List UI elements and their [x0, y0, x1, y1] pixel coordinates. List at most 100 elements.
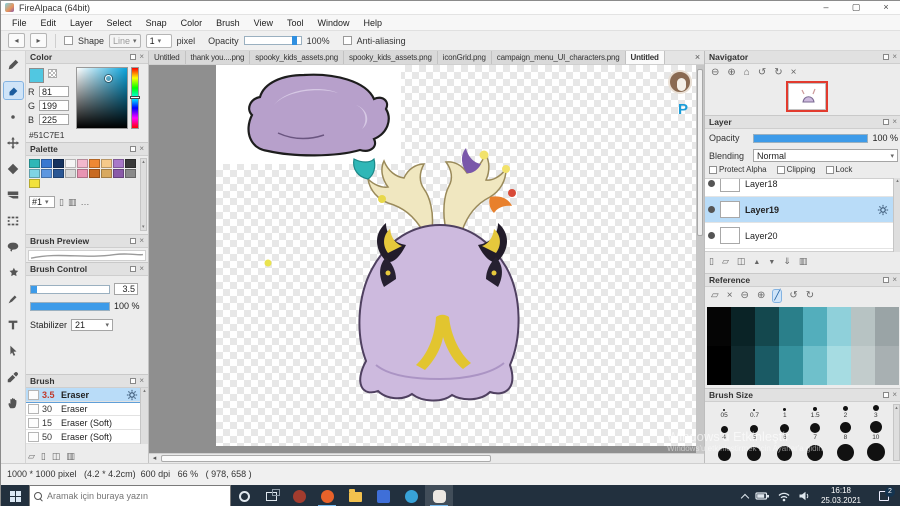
taskbar-search-box[interactable] — [29, 485, 231, 506]
scroll-left-arrow-icon[interactable] — [149, 454, 160, 463]
close-button[interactable]: × — [871, 1, 900, 15]
fill-tool-icon[interactable] — [4, 160, 23, 177]
layer-row-layer19[interactable]: Layer19 — [705, 197, 893, 223]
shape-select[interactable]: Line — [109, 33, 141, 48]
document-tab-0[interactable]: Untitled — [149, 51, 186, 64]
duplicate-brush-icon[interactable] — [52, 451, 61, 461]
panel-close-icon[interactable] — [139, 53, 144, 61]
settings-gear-icon[interactable] — [877, 204, 889, 216]
brush-opacity-slider[interactable] — [30, 301, 110, 311]
palette-swatch[interactable] — [29, 169, 40, 178]
palette-swatch[interactable] — [53, 159, 64, 168]
taskbar-app-app-red[interactable] — [285, 485, 313, 506]
brush-item-eraser-soft-[interactable]: 50 Eraser (Soft) — [26, 430, 140, 444]
gradient-tool-icon[interactable] — [4, 186, 23, 203]
palette-scrollbar[interactable] — [140, 158, 147, 231]
palette-swatch[interactable] — [77, 159, 88, 168]
channel-r-input[interactable]: 81 — [39, 86, 69, 97]
canvas-viewport[interactable]: P — [149, 65, 704, 453]
panel-float-icon[interactable] — [130, 146, 137, 152]
blending-select[interactable]: Normal — [753, 149, 898, 162]
fit-view-icon[interactable] — [744, 67, 750, 79]
panel-close-icon[interactable] — [892, 276, 897, 284]
add-palette-color-icon[interactable] — [59, 197, 64, 207]
brush-item-eraser[interactable]: 3.5 Eraser — [26, 388, 140, 403]
palette-swatch[interactable] — [101, 169, 112, 178]
panel-float-icon[interactable] — [130, 378, 137, 384]
canvas-horizontal-scrollbar[interactable] — [149, 453, 704, 463]
current-color-swatch[interactable] — [29, 68, 44, 83]
firealpaca-mascot-badge[interactable] — [668, 70, 692, 94]
palette-swatch[interactable] — [29, 179, 40, 188]
battery-icon[interactable] — [755, 489, 770, 503]
brush-size-option[interactable]: 1.5 — [800, 404, 830, 420]
sv-marker[interactable] — [104, 75, 112, 83]
action-center-button[interactable]: 2 — [872, 485, 896, 506]
magic-wand-tool-icon[interactable] — [4, 264, 23, 281]
brush-size-option[interactable]: 0.7 — [739, 404, 769, 420]
opacity-slider-thumb[interactable] — [291, 36, 297, 45]
palette-set-select[interactable]: #1 — [29, 196, 55, 208]
zoom-out-icon[interactable] — [711, 67, 719, 79]
document-tab-3[interactable]: spooky_kids_assets.png — [344, 51, 438, 64]
checkbox-protect-alpha[interactable]: Protect Alpha — [709, 165, 767, 174]
vertical-scroll-thumb[interactable] — [697, 69, 703, 236]
settings-gear-icon[interactable] — [126, 389, 138, 401]
clear-reference-icon[interactable] — [727, 290, 733, 302]
document-tab-4[interactable]: iconGrid.png — [437, 51, 492, 64]
paypal-donate-button[interactable]: P — [678, 101, 688, 118]
checkbox-lock[interactable]: Lock — [825, 165, 852, 174]
channel-b-input[interactable]: 225 — [39, 114, 69, 125]
panel-close-icon[interactable] — [139, 265, 144, 273]
brush-size-option[interactable] — [770, 442, 800, 463]
panel-float-icon[interactable] — [883, 54, 890, 60]
canvas-vertical-scrollbar[interactable] — [696, 65, 704, 453]
maximize-button[interactable]: ▢ — [841, 1, 871, 15]
menu-layer[interactable]: Layer — [63, 15, 100, 31]
new-folder-icon[interactable] — [722, 256, 729, 268]
saturation-value-picker[interactable] — [76, 67, 128, 129]
document-tab-6[interactable]: Untitled — [625, 51, 665, 64]
tray-expand-icon[interactable] — [740, 493, 750, 502]
brush-size-option[interactable]: 7 — [800, 420, 830, 442]
taskbar-search-input[interactable] — [47, 491, 226, 501]
brush-item-eraser-soft-[interactable]: 15 Eraser (Soft) — [26, 416, 140, 430]
delete-brush-icon[interactable] — [66, 451, 75, 461]
menu-view[interactable]: View — [247, 15, 280, 31]
brush-size-option[interactable]: 2 — [830, 404, 860, 420]
menu-color[interactable]: Color — [174, 15, 210, 31]
menu-select[interactable]: Select — [100, 15, 139, 31]
document-tab-1[interactable]: thank you....png — [185, 51, 251, 64]
palette-swatch[interactable] — [65, 159, 76, 168]
new-layer-icon[interactable] — [709, 256, 714, 268]
reference-image[interactable] — [707, 307, 899, 385]
palette-swatch[interactable] — [89, 169, 100, 178]
navigator-thumbnail[interactable] — [786, 81, 828, 112]
palette-swatch[interactable] — [29, 159, 40, 168]
width-select[interactable]: 1 — [145, 33, 172, 48]
rotate-right-icon[interactable] — [774, 67, 782, 79]
layer-visibility-icon[interactable] — [708, 232, 715, 239]
taskbar-app-explorer[interactable] — [341, 485, 369, 506]
palette-swatch[interactable] — [101, 159, 112, 168]
brush-size-slider[interactable] — [30, 284, 110, 294]
move-layer-down-icon[interactable] — [768, 256, 775, 268]
brush-size-option[interactable]: 4 — [709, 420, 739, 442]
checkbox-clipping[interactable]: Clipping — [776, 165, 816, 174]
brush-size-option[interactable] — [709, 442, 739, 463]
layer-row-layer18[interactable]: Layer18 — [705, 179, 893, 197]
prev-tool-button[interactable]: ◂ — [8, 33, 25, 48]
hand-tool-icon[interactable] — [4, 394, 23, 411]
horizontal-scroll-thumb[interactable] — [161, 455, 491, 462]
reference-rotate-left-icon[interactable] — [789, 290, 797, 302]
add-brush-icon[interactable] — [41, 451, 46, 461]
navigator-view-rect[interactable] — [786, 81, 828, 112]
brush-size-option[interactable]: 10 — [861, 420, 891, 442]
eyedropper-tool-icon[interactable] — [4, 368, 23, 385]
volume-icon[interactable] — [798, 490, 810, 502]
reference-zoom-out-icon[interactable] — [741, 290, 749, 302]
brush-size-option[interactable] — [800, 442, 830, 463]
task-view-button[interactable] — [258, 485, 285, 506]
panel-close-icon[interactable] — [892, 53, 897, 61]
next-tool-button[interactable]: ▸ — [30, 33, 47, 48]
